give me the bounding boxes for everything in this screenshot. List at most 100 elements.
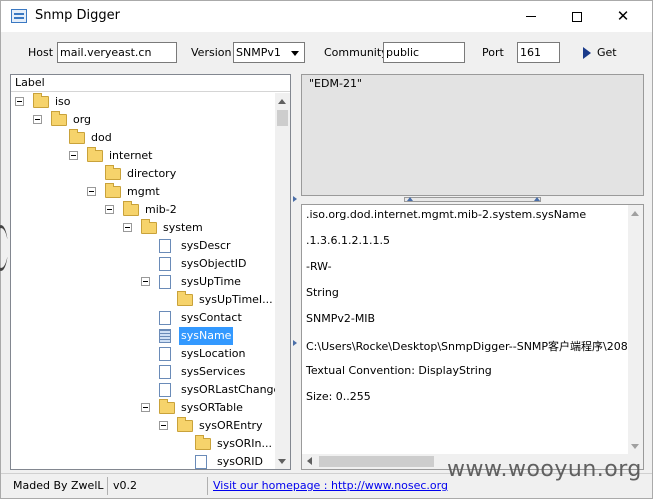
oid-detail-panel: .iso.org.dod.internet.mgmt.mib-2.system.… xyxy=(301,204,644,470)
detail-textual-convention: Textual Convention: DisplayString xyxy=(306,364,492,377)
oid-value: "EDM-21" xyxy=(309,77,362,90)
scroll-down-arrow-icon[interactable] xyxy=(631,444,639,449)
tree-node-label: sysUpTimeI... xyxy=(199,293,273,306)
tree-node[interactable]: sysUpTimeI... xyxy=(11,291,275,309)
tree-node[interactable]: sysORIn... xyxy=(11,435,275,453)
scroll-thumb[interactable] xyxy=(319,456,434,467)
community-input[interactable]: public xyxy=(383,42,465,63)
tree-node[interactable]: sysObjectID xyxy=(11,255,275,273)
folder-icon xyxy=(69,129,85,144)
document-icon xyxy=(159,275,171,289)
tree-node[interactable]: iso xyxy=(11,93,275,111)
tree-node[interactable]: org xyxy=(11,111,275,129)
tree-node-label: internet xyxy=(109,149,153,162)
tree-node-label: sysLocation xyxy=(181,347,246,360)
scroll-thumb[interactable] xyxy=(277,110,288,126)
tree-node-label: iso xyxy=(55,95,71,108)
folder-icon xyxy=(105,165,121,180)
folder-icon xyxy=(195,435,211,450)
folder-icon xyxy=(123,201,139,216)
port-input[interactable]: 161 xyxy=(517,42,560,63)
get-button[interactable]: Get xyxy=(583,46,617,64)
tree-node-label: mib-2 xyxy=(145,203,177,216)
collapse-toggle-icon[interactable] xyxy=(87,187,96,196)
tree-node[interactable]: sysORLastChange xyxy=(11,381,280,399)
tree-node-label: sysUpTime xyxy=(181,275,241,288)
maximize-icon xyxy=(572,11,582,22)
vertical-splitter[interactable] xyxy=(293,196,299,346)
splitter-arrow-icon xyxy=(293,340,297,346)
detail-vertical-scrollbar[interactable] xyxy=(628,205,643,454)
minimize-icon xyxy=(526,16,536,17)
chevron-down-icon xyxy=(291,51,299,56)
value-panel: "EDM-21" xyxy=(301,74,644,196)
homepage-link-text[interactable]: Visit our homepage : http://www.nosec.or… xyxy=(213,479,448,492)
tree-node[interactable]: sysDescr xyxy=(11,237,275,255)
folder-icon xyxy=(177,291,193,306)
tree-column-header[interactable]: Label xyxy=(11,75,290,92)
collapse-toggle-icon[interactable] xyxy=(33,115,42,124)
horizontal-splitter[interactable] xyxy=(404,197,541,202)
scroll-left-arrow-icon[interactable] xyxy=(307,457,312,465)
detail-oid-name: .iso.org.dod.internet.mgmt.mib-2.system.… xyxy=(306,208,587,221)
watermark: www.wooyun.org xyxy=(447,457,642,482)
document-icon xyxy=(159,329,171,343)
tree-node[interactable]: dod xyxy=(11,129,275,147)
tree-node[interactable]: sysName xyxy=(11,327,275,345)
tree-node-label: dod xyxy=(91,131,112,144)
minimize-button[interactable] xyxy=(508,1,554,32)
tree-node-label: sysORID xyxy=(217,455,263,468)
tree-node-label: sysDescr xyxy=(181,239,231,252)
collapse-toggle-icon[interactable] xyxy=(141,403,150,412)
port-label: Port xyxy=(482,46,504,59)
version-select[interactable]: SNMPv1 xyxy=(233,42,305,63)
connection-toolbar: Host mail.veryeast.cn Version SNMPv1 Com… xyxy=(1,32,652,72)
scroll-down-arrow-icon[interactable] xyxy=(278,459,286,464)
tree-node[interactable]: sysContact xyxy=(11,309,275,327)
collapse-toggle-icon[interactable] xyxy=(69,151,78,160)
document-icon xyxy=(159,347,171,361)
document-icon xyxy=(159,311,171,325)
close-button[interactable]: ✕ xyxy=(600,1,646,32)
tree-node[interactable]: sysORID xyxy=(11,453,275,469)
collapse-toggle-icon[interactable] xyxy=(15,97,24,106)
folder-icon xyxy=(33,93,49,108)
tree-node[interactable]: system xyxy=(11,219,275,237)
collapse-toggle-icon[interactable] xyxy=(123,223,132,232)
document-icon xyxy=(159,257,171,271)
collapse-toggle-icon[interactable] xyxy=(105,205,114,214)
collapse-toggle-icon[interactable] xyxy=(159,421,168,430)
tree-node[interactable]: sysORTable xyxy=(11,399,275,417)
document-icon xyxy=(195,455,207,469)
tree-vertical-scrollbar[interactable] xyxy=(275,93,290,469)
status-version: v0.2 xyxy=(110,477,208,495)
tree-node[interactable]: internet xyxy=(11,147,275,165)
document-icon xyxy=(159,365,171,379)
tree-node-label: mgmt xyxy=(127,185,160,198)
tree-node[interactable]: sysLocation xyxy=(11,345,275,363)
host-input[interactable]: mail.veryeast.cn xyxy=(57,42,177,63)
scroll-up-arrow-icon[interactable] xyxy=(278,99,286,104)
app-icon xyxy=(11,9,27,23)
homepage-link[interactable]: Visit our homepage : http://www.nosec.or… xyxy=(210,477,460,495)
detail-mib: SNMPv2-MIB xyxy=(306,312,376,325)
folder-icon xyxy=(141,219,157,234)
tree-node[interactable]: sysServices xyxy=(11,363,275,381)
maximize-button[interactable] xyxy=(554,1,600,32)
community-label: Community xyxy=(324,46,388,59)
collapse-toggle-icon[interactable] xyxy=(141,277,150,286)
tree-node-label: sysORIn... xyxy=(217,437,272,450)
tree-node[interactable]: directory xyxy=(11,165,275,183)
tree-node[interactable]: sysOREntry xyxy=(11,417,275,435)
scroll-up-arrow-icon[interactable] xyxy=(631,211,639,216)
folder-icon xyxy=(177,417,193,432)
tree-node[interactable]: mgmt xyxy=(11,183,275,201)
splitter-arrow-icon xyxy=(293,196,297,202)
tree-node[interactable]: mib-2 xyxy=(11,201,275,219)
detail-access: -RW- xyxy=(306,260,332,273)
tree-node[interactable]: sysUpTime xyxy=(11,273,275,291)
folder-icon xyxy=(105,183,121,198)
tree-node-label: sysORTable xyxy=(181,401,243,414)
detail-oid: .1.3.6.1.2.1.1.5 xyxy=(306,234,390,247)
tree-node-label: sysName xyxy=(179,327,234,345)
